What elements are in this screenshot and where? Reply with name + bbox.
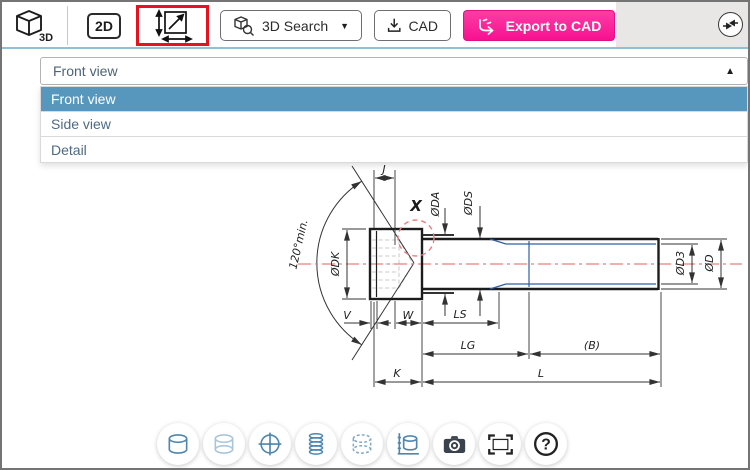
- toolbar-separator: [67, 6, 68, 45]
- dim-label-k: K: [393, 367, 401, 380]
- dimension-labels: ØDK ØDA ØDS ØD3 ØD J V W LS LG (B) K L: [329, 163, 716, 380]
- dim-label-d: ØD: [703, 254, 716, 272]
- fit-frame-icon: [487, 433, 513, 455]
- dimension-lines: [344, 175, 724, 385]
- download-icon: [387, 18, 401, 32]
- view-options-toolbar: ?: [157, 423, 567, 465]
- search-3d-button[interactable]: 3D Search ▼: [220, 10, 362, 41]
- dim-label-angle: 120°min.: [287, 218, 311, 270]
- axes-view-button[interactable]: [249, 423, 291, 465]
- cad-label: CAD: [408, 17, 438, 34]
- question-mark-icon: ?: [533, 431, 559, 457]
- cylinder-axes-icon: [397, 433, 419, 455]
- dim-label-v: V: [343, 309, 352, 322]
- underhead-stubs: [423, 234, 454, 294]
- dropdown-option-front-view[interactable]: Front view: [41, 87, 747, 112]
- view-2d-label: 2D: [95, 18, 113, 34]
- collapse-toolbar-button[interactable]: [718, 12, 743, 37]
- view-select[interactable]: Front view ▲: [40, 57, 748, 85]
- dim-label-lg: LG: [461, 339, 476, 352]
- dim-label-d3: ØD3: [674, 251, 687, 276]
- fit-to-screen-button[interactable]: [479, 423, 521, 465]
- dashed-cylinder-icon: [352, 434, 372, 454]
- dropdown-option-side-view[interactable]: Side view: [41, 112, 747, 137]
- thread-coil-icon: [308, 432, 324, 455]
- export-to-cad-label: Export to CAD: [505, 17, 602, 34]
- detail-circle: [397, 219, 435, 257]
- chevron-up-icon: ▲: [725, 65, 735, 77]
- search-3d-label: 3D Search: [262, 17, 329, 34]
- dropdown-option-detail[interactable]: Detail: [41, 137, 747, 162]
- transparent-view-button[interactable]: [203, 423, 245, 465]
- extension-lines: [342, 170, 727, 387]
- detail-label-x: X: [409, 197, 423, 215]
- solid-cylinder-icon: [168, 434, 188, 454]
- dim-label-ds: ØDS: [462, 191, 475, 216]
- screw-outline: [368, 227, 660, 301]
- solid-view-button[interactable]: [157, 423, 199, 465]
- thread-view-button[interactable]: [295, 423, 337, 465]
- logo-3d-label: 3D: [39, 32, 53, 43]
- help-button[interactable]: ?: [525, 423, 567, 465]
- dimensions-tool-highlight[interactable]: [136, 5, 209, 46]
- cube-search-icon: [234, 15, 254, 36]
- part-viewer-window: 3D 2D 3D Search ▼ CAD Export to CAD Fron…: [0, 0, 750, 470]
- resize-dimensions-icon: [154, 8, 193, 43]
- screenshot-button[interactable]: [433, 423, 475, 465]
- dimensions-view-button[interactable]: [387, 423, 429, 465]
- dim-label-l: L: [538, 367, 544, 380]
- transparent-cylinder-icon: [214, 434, 234, 454]
- export-icon: [478, 18, 494, 35]
- angle-construction: [316, 165, 415, 361]
- view-2d-button[interactable]: 2D: [87, 13, 121, 39]
- hidden-lines-view-button[interactable]: [341, 423, 383, 465]
- camera-icon: [443, 435, 465, 453]
- view-select-value: Front view: [53, 63, 118, 79]
- view-dropdown-list: Front view Side view Detail: [40, 86, 748, 163]
- crosshair-icon: [258, 432, 282, 456]
- collapse-arrows-icon: [723, 19, 738, 30]
- cube-3d-icon[interactable]: 3D: [15, 9, 55, 44]
- cad-download-button[interactable]: CAD: [374, 10, 451, 41]
- dim-label-da: ØDA: [429, 192, 442, 218]
- export-to-cad-button[interactable]: Export to CAD: [463, 10, 615, 41]
- dim-label-w: W: [403, 309, 415, 322]
- dim-label-ls: LS: [453, 308, 466, 321]
- hidden-socket-lines: [372, 239, 414, 289]
- dim-label-j: J: [380, 163, 385, 176]
- dim-label-b: (B): [584, 339, 600, 352]
- help-glyph: ?: [541, 436, 551, 453]
- dim-label-dk: ØDK: [329, 251, 342, 277]
- chevron-down-icon: ▼: [340, 20, 349, 31]
- top-toolbar: 3D 2D 3D Search ▼ CAD Export to CAD: [2, 2, 748, 49]
- thread-lines: [489, 238, 656, 290]
